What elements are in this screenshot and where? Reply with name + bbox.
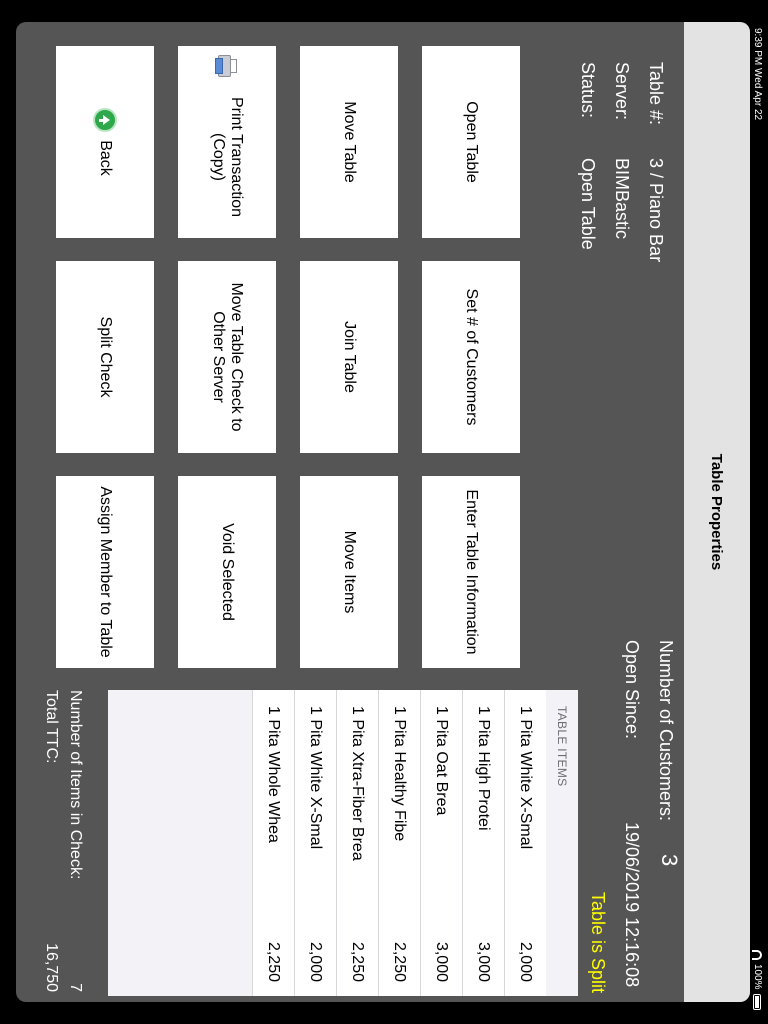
- list-item[interactable]: 1 Pita Whole Whea 2,250: [252, 690, 294, 996]
- battery-icon: [753, 994, 761, 1010]
- item-description: 1 Pita Healthy Fibe: [391, 706, 409, 842]
- total-ttc-value: 16,750: [43, 943, 60, 992]
- split-check-button[interactable]: Split Check: [56, 261, 154, 453]
- item-description: 1 Pita High Protei: [475, 706, 493, 831]
- move-table-button[interactable]: Move Table: [300, 46, 398, 238]
- back-button[interactable]: Back: [56, 46, 154, 238]
- print-copy-button[interactable]: Print Transaction (Copy): [178, 46, 276, 238]
- open-since-label: Open Since:: [622, 640, 642, 740]
- list-item[interactable]: 1 Pita Oat Brea 3,000: [420, 690, 462, 996]
- void-selected-button[interactable]: Void Selected: [178, 476, 276, 668]
- status-label: Status:: [578, 62, 598, 119]
- list-item[interactable]: 1 Pita Xtra-Fiber Brea 2,250: [336, 690, 378, 996]
- item-count-value: 7: [67, 983, 84, 992]
- move-items-button[interactable]: Move Items: [300, 476, 398, 668]
- back-label: Back: [97, 140, 114, 176]
- list-item[interactable]: 1 Pita White X-Smal 2,000: [504, 690, 546, 996]
- join-table-button[interactable]: Join Table: [300, 261, 398, 453]
- table-items-list: TABLE ITEMS 1 Pita White X-Smal 2,000 1 …: [108, 690, 578, 996]
- list-item[interactable]: 1 Pita High Protei 3,000: [462, 690, 504, 996]
- item-description: 1 Pita Whole Whea: [265, 706, 283, 843]
- table-number-label: Table #:: [646, 62, 666, 126]
- table-properties-screen: Table Properties Table #: 3 / Piano Bar …: [16, 22, 750, 1002]
- wifi-icon: [752, 950, 762, 961]
- item-price: 2,000: [307, 941, 325, 982]
- window-title: Table Properties: [684, 22, 750, 1002]
- server-value: BIMBastic: [612, 158, 632, 240]
- split-notice: Table is Split: [588, 892, 608, 994]
- item-price: 2,250: [349, 941, 367, 982]
- item-price: 2,000: [517, 941, 535, 982]
- customers-value: 3: [657, 854, 682, 867]
- server-label: Server:: [612, 62, 632, 121]
- item-price: 3,000: [475, 941, 493, 982]
- item-count-label: Number of Items in Check:: [67, 690, 84, 880]
- item-price: 2,250: [265, 941, 283, 982]
- enter-table-info-button[interactable]: Enter Table Information: [422, 476, 520, 668]
- status-indicators: 100%: [749, 950, 765, 1010]
- set-customers-button[interactable]: Set # of Customers: [422, 261, 520, 453]
- up-arrow-icon: [93, 108, 117, 133]
- total-ttc-label: Total TTC:: [43, 690, 60, 764]
- status-value: Open Table: [578, 158, 598, 250]
- item-description: 1 Pita Xtra-Fiber Brea: [349, 706, 367, 861]
- status-time: 9:39 PM Wed Apr 22: [752, 28, 763, 121]
- battery-percent: 100%: [752, 964, 763, 990]
- move-check-button[interactable]: Move Table Check to Other Server: [178, 261, 276, 453]
- app-window: Table Properties Table #: 3 / Piano Bar …: [16, 22, 750, 1002]
- customers-label: Number of Customers:: [656, 640, 676, 822]
- print-copy-label: Print Transaction (Copy): [210, 96, 245, 218]
- table-items-header: TABLE ITEMS: [555, 706, 569, 787]
- table-number-value: 3 / Piano Bar: [646, 158, 666, 263]
- item-description: 1 Pita White X-Smal: [307, 706, 325, 850]
- printer-icon: [215, 54, 238, 77]
- assign-member-button[interactable]: Assign Member to Table: [56, 476, 154, 668]
- item-price: 3,000: [433, 941, 451, 982]
- list-item[interactable]: 1 Pita White X-Smal 2,000: [294, 690, 336, 996]
- item-price: 2,250: [391, 941, 409, 982]
- item-description: 1 Pita Oat Brea: [433, 706, 451, 816]
- back-icon-wrap: [93, 108, 117, 133]
- open-table-button[interactable]: Open Table: [422, 46, 520, 238]
- printer-icon-wrap: [215, 54, 238, 77]
- item-description: 1 Pita White X-Smal: [517, 706, 535, 850]
- list-item[interactable]: 1 Pita Healthy Fibe 2,250: [378, 690, 420, 996]
- open-since-value: 19/06/2019 12:16:08: [622, 822, 642, 988]
